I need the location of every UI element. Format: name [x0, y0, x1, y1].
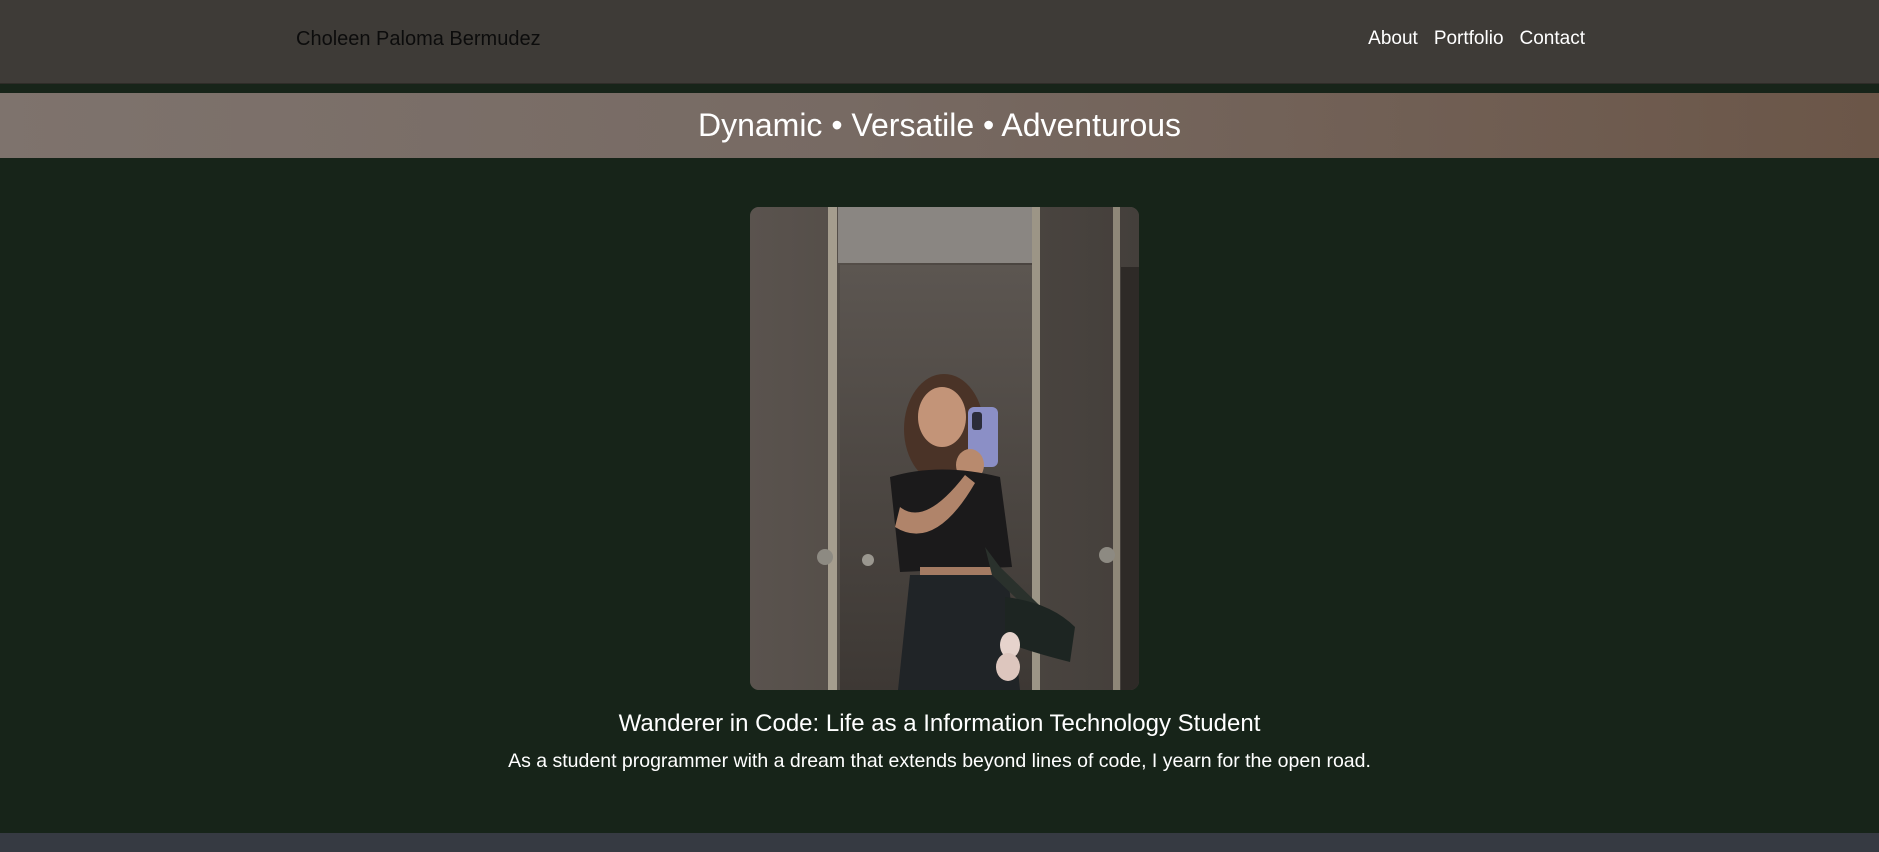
tagline-text: Dynamic • Versatile • Adventurous: [697, 107, 1182, 143]
main-nav: About Portfolio Contact: [1368, 28, 1585, 50]
nav-link-about[interactable]: About: [1368, 28, 1418, 50]
site-footer: [0, 833, 1879, 852]
nav-link-portfolio[interactable]: Portfolio: [1434, 28, 1504, 50]
tagline-banner: Dynamic • Versatile • Adventurous: [0, 93, 1879, 158]
site-header: Choleen Paloma Bermudez About Portfolio …: [0, 0, 1879, 84]
nav-link-contact[interactable]: Contact: [1520, 28, 1585, 50]
profile-photo: [750, 207, 1139, 690]
hero-headline: Wanderer in Code: Life as a Information …: [618, 710, 1261, 737]
hero-intro-text: As a student programmer with a dream tha…: [508, 750, 1371, 772]
site-brand-name[interactable]: Choleen Paloma Bermudez: [296, 28, 541, 51]
